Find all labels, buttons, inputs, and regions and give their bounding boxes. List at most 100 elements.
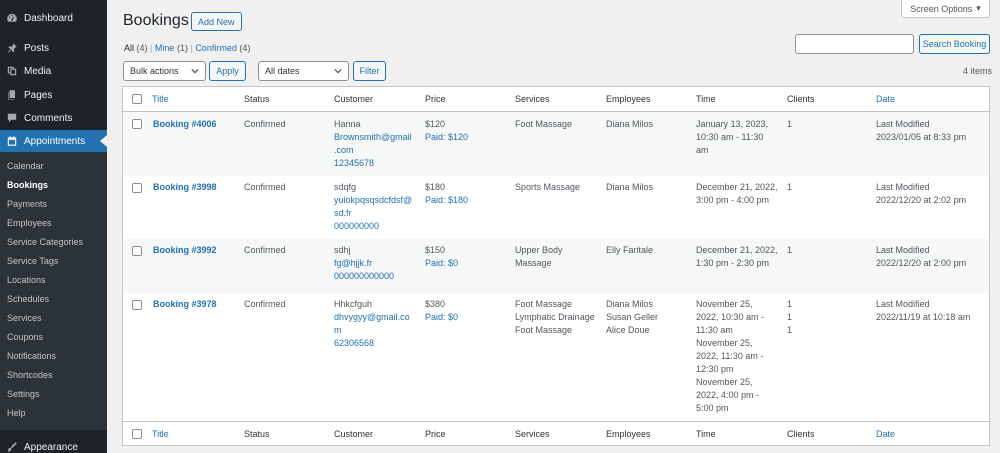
- search-input[interactable]: [795, 34, 914, 54]
- view-separator: |: [150, 43, 153, 53]
- booking-title-link[interactable]: Booking #3992: [153, 244, 217, 257]
- date-label: Last Modified: [876, 182, 930, 192]
- view-mine[interactable]: Mine: [155, 43, 175, 53]
- employee-name: Elly Faritale: [606, 245, 654, 255]
- menu-appointments[interactable]: Appointments: [0, 130, 107, 152]
- filter-button[interactable]: Filter: [353, 61, 386, 81]
- column-services: Services: [515, 94, 550, 104]
- submenu-schedules[interactable]: Schedules: [7, 294, 49, 304]
- menu-appearance[interactable]: Appearance: [0, 436, 107, 453]
- column-title[interactable]: Title: [152, 94, 169, 104]
- bulk-actions-select[interactable]: Bulk actions: [123, 61, 206, 81]
- customer-phone[interactable]: 000000000: [334, 220, 412, 233]
- column-price: Price: [425, 429, 446, 439]
- select-all-checkbox[interactable]: [132, 429, 142, 439]
- customer-phone[interactable]: 12345678: [334, 157, 412, 170]
- search-booking-button[interactable]: Search Booking: [919, 34, 990, 54]
- customer-phone[interactable]: 000000000000: [334, 270, 394, 283]
- menu-posts[interactable]: Posts: [0, 37, 107, 59]
- customer-email[interactable]: m: [334, 324, 410, 337]
- submenu-locations[interactable]: Locations: [7, 275, 46, 285]
- view-all[interactable]: All: [124, 43, 134, 53]
- row-checkbox[interactable]: [132, 183, 142, 193]
- screen-options-button[interactable]: Screen Options ▾: [901, 0, 990, 18]
- submenu-bookings[interactable]: Bookings: [7, 180, 48, 190]
- employees-cell: Diana Milos: [606, 118, 653, 131]
- time-line: November 25,: [696, 338, 753, 348]
- submenu-service-tags[interactable]: Service Tags: [7, 256, 58, 266]
- services-cell: Sports Massage: [515, 181, 580, 194]
- row-checkbox[interactable]: [132, 246, 142, 256]
- booking-title-link[interactable]: Booking #3998: [153, 181, 217, 194]
- time-cell: November 25, 2022, 10:30 am - 11:30 am N…: [696, 298, 764, 415]
- column-services: Services: [515, 429, 550, 439]
- customer-email[interactable]: sd.fr: [334, 207, 412, 220]
- time-line: January 13, 2023,: [696, 119, 769, 129]
- customer-cell: sdqfg yuiokpqsqsdcfdsf@ sd.fr 000000000: [334, 181, 412, 233]
- customer-email[interactable]: fg@hjjk.fr: [334, 257, 394, 270]
- services-cell: Upper Body Massage: [515, 244, 563, 270]
- menu-label: Appointments: [24, 135, 86, 147]
- employee-name: Diana Milos: [606, 182, 654, 192]
- submenu-help[interactable]: Help: [7, 408, 26, 418]
- menu-pages[interactable]: Pages: [0, 84, 107, 106]
- submenu-service-categories[interactable]: Service Categories: [7, 237, 83, 247]
- time-line: 11:30 am: [696, 325, 733, 335]
- employees-cell: Diana Milos Susan Geller Alice Doue: [606, 298, 658, 337]
- employee-name: Diana Milos: [606, 119, 654, 129]
- table-footer: Title Status Customer Price Services Emp…: [123, 421, 989, 446]
- clients-count: 1: [787, 299, 793, 309]
- price-value: $150: [425, 245, 446, 255]
- menu-comments[interactable]: Comments: [0, 107, 107, 129]
- menu-dashboard[interactable]: Dashboard: [0, 7, 107, 29]
- clients-cell: 1: [787, 181, 792, 194]
- submenu-employees[interactable]: Employees: [7, 218, 52, 228]
- table-row: Booking #3992 Confirmed sdhj fg@hjjk.fr …: [123, 239, 989, 293]
- bookings-table: Title Status Customer Price Services Emp…: [122, 86, 990, 446]
- submenu-notifications[interactable]: Notifications: [7, 351, 56, 361]
- customer-email[interactable]: dhvygyy@gmail.co: [334, 311, 410, 324]
- submenu-calendar[interactable]: Calendar: [7, 161, 44, 171]
- time-cell: December 21, 2022, 3:00 pm - 4:00 pm: [696, 181, 778, 207]
- booking-status: Confirmed: [244, 299, 286, 309]
- customer-email[interactable]: Brownsmith@gmail: [334, 131, 412, 144]
- booking-status: Confirmed: [244, 245, 286, 255]
- column-date[interactable]: Date: [876, 429, 895, 439]
- apply-button[interactable]: Apply: [209, 61, 246, 81]
- column-status: Status: [244, 429, 270, 439]
- add-new-button[interactable]: Add New: [191, 12, 242, 31]
- view-all-count: (4): [136, 43, 148, 53]
- menu-label: Dashboard: [24, 12, 73, 24]
- column-customer: Customer: [334, 94, 374, 104]
- dashboard-icon: [0, 12, 24, 24]
- employee-name: Susan Geller: [606, 312, 659, 322]
- paid-value: Paid: $0: [425, 258, 459, 268]
- submenu-coupons[interactable]: Coupons: [7, 332, 43, 342]
- column-title[interactable]: Title: [152, 429, 169, 439]
- table-row: Booking #3998 Confirmed sdqfg yuiokpqsqs…: [123, 176, 989, 239]
- customer-email[interactable]: yuiokpqsqsdcfdsf@: [334, 194, 412, 207]
- column-date[interactable]: Date: [876, 94, 895, 104]
- dates-select[interactable]: All dates: [258, 61, 349, 81]
- row-checkbox[interactable]: [132, 119, 142, 129]
- customer-name: Hanna: [334, 119, 361, 129]
- date-label: Last Modified: [876, 245, 930, 255]
- time-line: November 25,: [696, 377, 753, 387]
- menu-media[interactable]: Media: [0, 60, 107, 82]
- select-all-checkbox[interactable]: [132, 94, 142, 104]
- date-cell: Last Modified 2023/01/05 at 8:33 pm: [876, 118, 966, 144]
- submenu-shortcodes[interactable]: Shortcodes: [7, 370, 53, 380]
- submenu-payments[interactable]: Payments: [7, 199, 47, 209]
- row-checkbox[interactable]: [132, 300, 142, 310]
- customer-email[interactable]: .com: [334, 144, 412, 157]
- submenu-services[interactable]: Services: [7, 313, 42, 323]
- view-confirmed[interactable]: Confirmed: [195, 43, 237, 53]
- booking-title-link[interactable]: Booking #4006: [153, 118, 217, 131]
- booking-title-link[interactable]: Booking #3978: [153, 298, 217, 311]
- column-employees: Employees: [606, 429, 651, 439]
- customer-phone[interactable]: 62306568: [334, 337, 410, 350]
- view-mine-count: (1): [176, 43, 188, 53]
- date-cell: Last Modified 2022/11/19 at 10:18 am: [876, 298, 970, 324]
- submenu-settings[interactable]: Settings: [7, 389, 40, 399]
- price-cell: $180 Paid: $180: [425, 181, 468, 207]
